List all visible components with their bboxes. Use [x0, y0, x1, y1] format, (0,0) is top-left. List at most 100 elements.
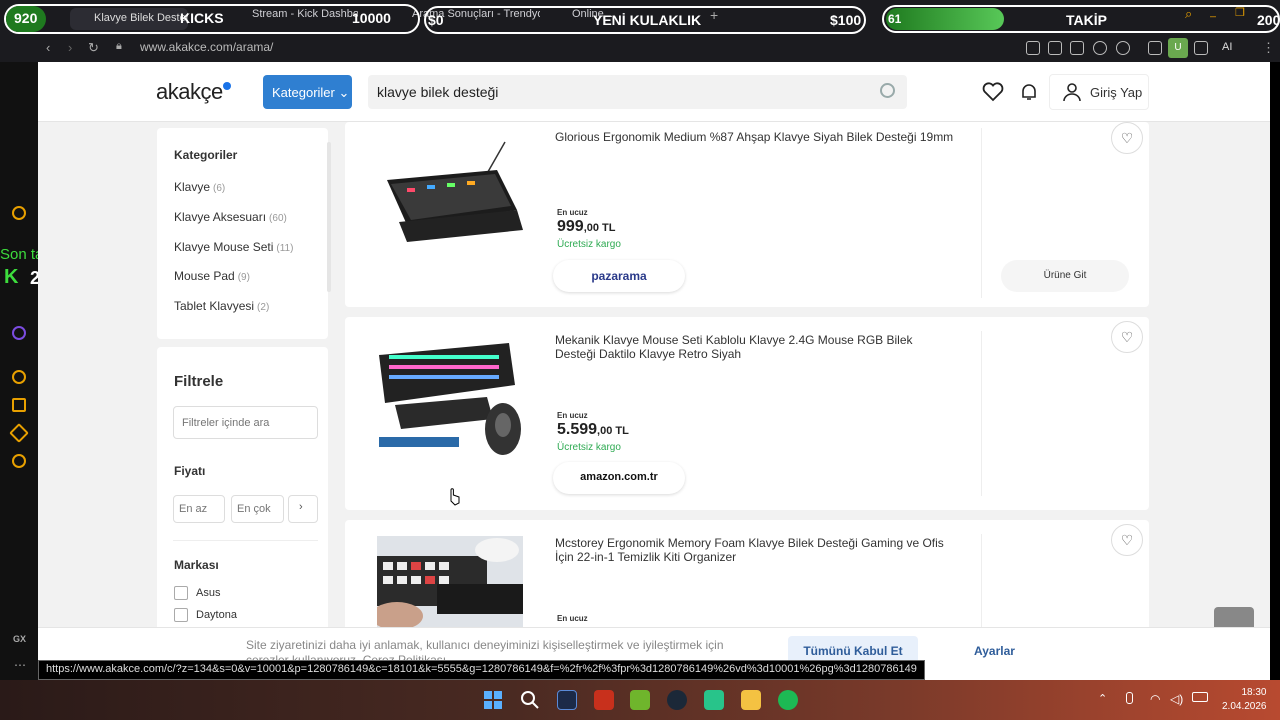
divider	[981, 331, 982, 496]
twitch-icon[interactable]	[12, 326, 26, 340]
price-main: 5.599	[557, 421, 598, 438]
profile-badge[interactable]: U	[1168, 38, 1188, 58]
product-image[interactable]	[377, 325, 523, 455]
lock-icon: 🔒︎	[116, 40, 122, 52]
kicks-label: KICKS	[180, 10, 224, 26]
categories-scrollbar[interactable]	[327, 142, 331, 292]
brand-checkbox[interactable]: Daytona	[174, 608, 237, 622]
product-title[interactable]: Glorious Ergonomik Medium %87 Ahşap Klav…	[555, 130, 955, 144]
wifi-icon[interactable]: ◠	[1150, 692, 1160, 706]
category-count: (9)	[237, 272, 250, 283]
product-title[interactable]: Mcstorey Ergonomik Memory Foam Klavye Bi…	[555, 536, 955, 564]
product-title[interactable]: Mekanik Klavye Mouse Seti Kablolu Klavye…	[555, 333, 955, 361]
heart-icon[interactable]	[1116, 41, 1130, 55]
brand-checkbox[interactable]: Asus	[174, 586, 220, 600]
logo-text: akakçe	[156, 79, 223, 104]
go-to-product-button[interactable]: Ürüne Git	[1001, 260, 1129, 292]
search-icon[interactable]	[520, 690, 540, 710]
gx-app-icon[interactable]	[12, 206, 26, 220]
divider	[981, 128, 982, 298]
forward-icon[interactable]: ›	[68, 40, 72, 55]
screenshot-icon[interactable]	[1048, 41, 1062, 55]
menu-icon[interactable]: ⋮	[1262, 40, 1275, 56]
price-max-input[interactable]	[231, 495, 284, 523]
more-icon[interactable]: ⋯	[14, 658, 26, 672]
shipping-label: Ücretsiz kargo	[557, 239, 621, 250]
brand-title: Markası	[174, 558, 219, 572]
category-name: Tablet Klavyesi	[174, 299, 255, 313]
product-card[interactable]: Mekanik Klavye Mouse Seti Kablolu Klavye…	[345, 317, 1149, 510]
app-icon[interactable]	[557, 690, 577, 710]
spotify-icon[interactable]	[778, 690, 798, 710]
follow-progress-bar	[886, 8, 1004, 30]
money-right: $100	[830, 12, 862, 28]
file-explorer-icon[interactable]	[741, 690, 761, 710]
cheapest-label: En ucuz	[557, 411, 588, 420]
xbox-app-icon[interactable]	[704, 690, 724, 710]
category-count: (11)	[276, 243, 294, 254]
settings-icon[interactable]	[12, 454, 26, 468]
follow-label: TAKİP	[1066, 12, 1107, 28]
filter-search-input[interactable]	[173, 406, 318, 439]
category-name: Klavye Aksesuarı	[174, 210, 267, 224]
category-name: Mouse Pad	[174, 269, 235, 283]
favorites-heart-icon[interactable]	[982, 82, 1004, 102]
price-apply-button[interactable]: ›	[288, 495, 318, 523]
reload-icon[interactable]: ↻	[88, 40, 99, 56]
category-item[interactable]: Mouse Pad (9)	[174, 269, 250, 283]
search-value: klavye bilek desteği	[377, 84, 499, 100]
battery-icon[interactable]	[1192, 692, 1208, 702]
extensions-icon[interactable]	[1148, 41, 1162, 55]
favorite-heart-icon[interactable]: ♡	[1111, 524, 1143, 556]
url-field[interactable]: www.akakce.com/arama/	[140, 40, 273, 54]
nvidia-icon[interactable]	[630, 690, 650, 710]
category-count: (60)	[269, 213, 287, 224]
gx-sidebar: GX ⋯	[0, 62, 38, 680]
bookmark-icon[interactable]	[1026, 41, 1040, 55]
cookie-settings-button[interactable]: Ayarlar	[974, 644, 1015, 658]
bell-icon[interactable]	[1020, 82, 1038, 102]
login-label: Giriş Yap	[1090, 85, 1143, 100]
windows-start-icon[interactable]	[483, 690, 503, 710]
category-item[interactable]: Klavye Aksesuarı (60)	[174, 210, 287, 224]
site-logo[interactable]: akakçe	[156, 79, 231, 105]
taskbar-clock[interactable]: 18:30 2.04.2026	[1222, 686, 1267, 714]
diamond-icon[interactable]	[9, 423, 29, 443]
price: 5.599,00 TL	[557, 421, 629, 439]
login-button[interactable]: Giriş Yap	[1049, 74, 1149, 110]
brand-label: Asus	[196, 586, 221, 599]
categories-label: Kategoriler	[272, 85, 335, 100]
volume-icon[interactable]: ◁)	[1170, 692, 1183, 706]
checkbox[interactable]	[174, 586, 188, 600]
category-item[interactable]: Klavye Mouse Seti (11)	[174, 240, 293, 254]
ai-button[interactable]: AI	[1222, 41, 1232, 53]
checkbox[interactable]	[174, 608, 188, 622]
store-button[interactable]: amazon.com.tr	[553, 462, 685, 494]
back-icon[interactable]: ‹	[46, 40, 50, 55]
play-icon[interactable]	[1093, 41, 1107, 55]
player-icon[interactable]	[12, 370, 26, 384]
category-item[interactable]: Klavye (6)	[174, 180, 225, 194]
opera-gx-icon[interactable]	[594, 690, 614, 710]
download-icon[interactable]	[1194, 41, 1208, 55]
search-icon[interactable]	[880, 83, 895, 98]
product-image[interactable]	[377, 130, 523, 260]
category-item[interactable]: Tablet Klavyesi (2)	[174, 299, 269, 313]
product-card[interactable]: Glorious Ergonomik Medium %87 Ahşap Klav…	[345, 122, 1149, 307]
shield-icon[interactable]	[1070, 41, 1084, 55]
search-input[interactable]: klavye bilek desteği	[368, 75, 907, 109]
notes-icon[interactable]	[12, 398, 26, 412]
price-title: Fiyatı	[174, 464, 206, 478]
follow-goal: 200	[1257, 12, 1280, 28]
microphone-icon[interactable]	[1126, 692, 1133, 704]
steam-icon[interactable]	[667, 690, 687, 710]
categories-button[interactable]: Kategoriler ⌄	[263, 75, 352, 109]
follow-progress: 61	[888, 12, 902, 26]
category-count: (6)	[213, 183, 226, 194]
favorite-heart-icon[interactable]: ♡	[1111, 122, 1143, 154]
chevron-up-icon[interactable]: ⌃	[1098, 692, 1107, 705]
store-button[interactable]: pazarama	[553, 260, 685, 292]
favorite-heart-icon[interactable]: ♡	[1111, 321, 1143, 353]
price-min-input[interactable]	[173, 495, 225, 523]
gx-label: GX	[13, 634, 27, 644]
